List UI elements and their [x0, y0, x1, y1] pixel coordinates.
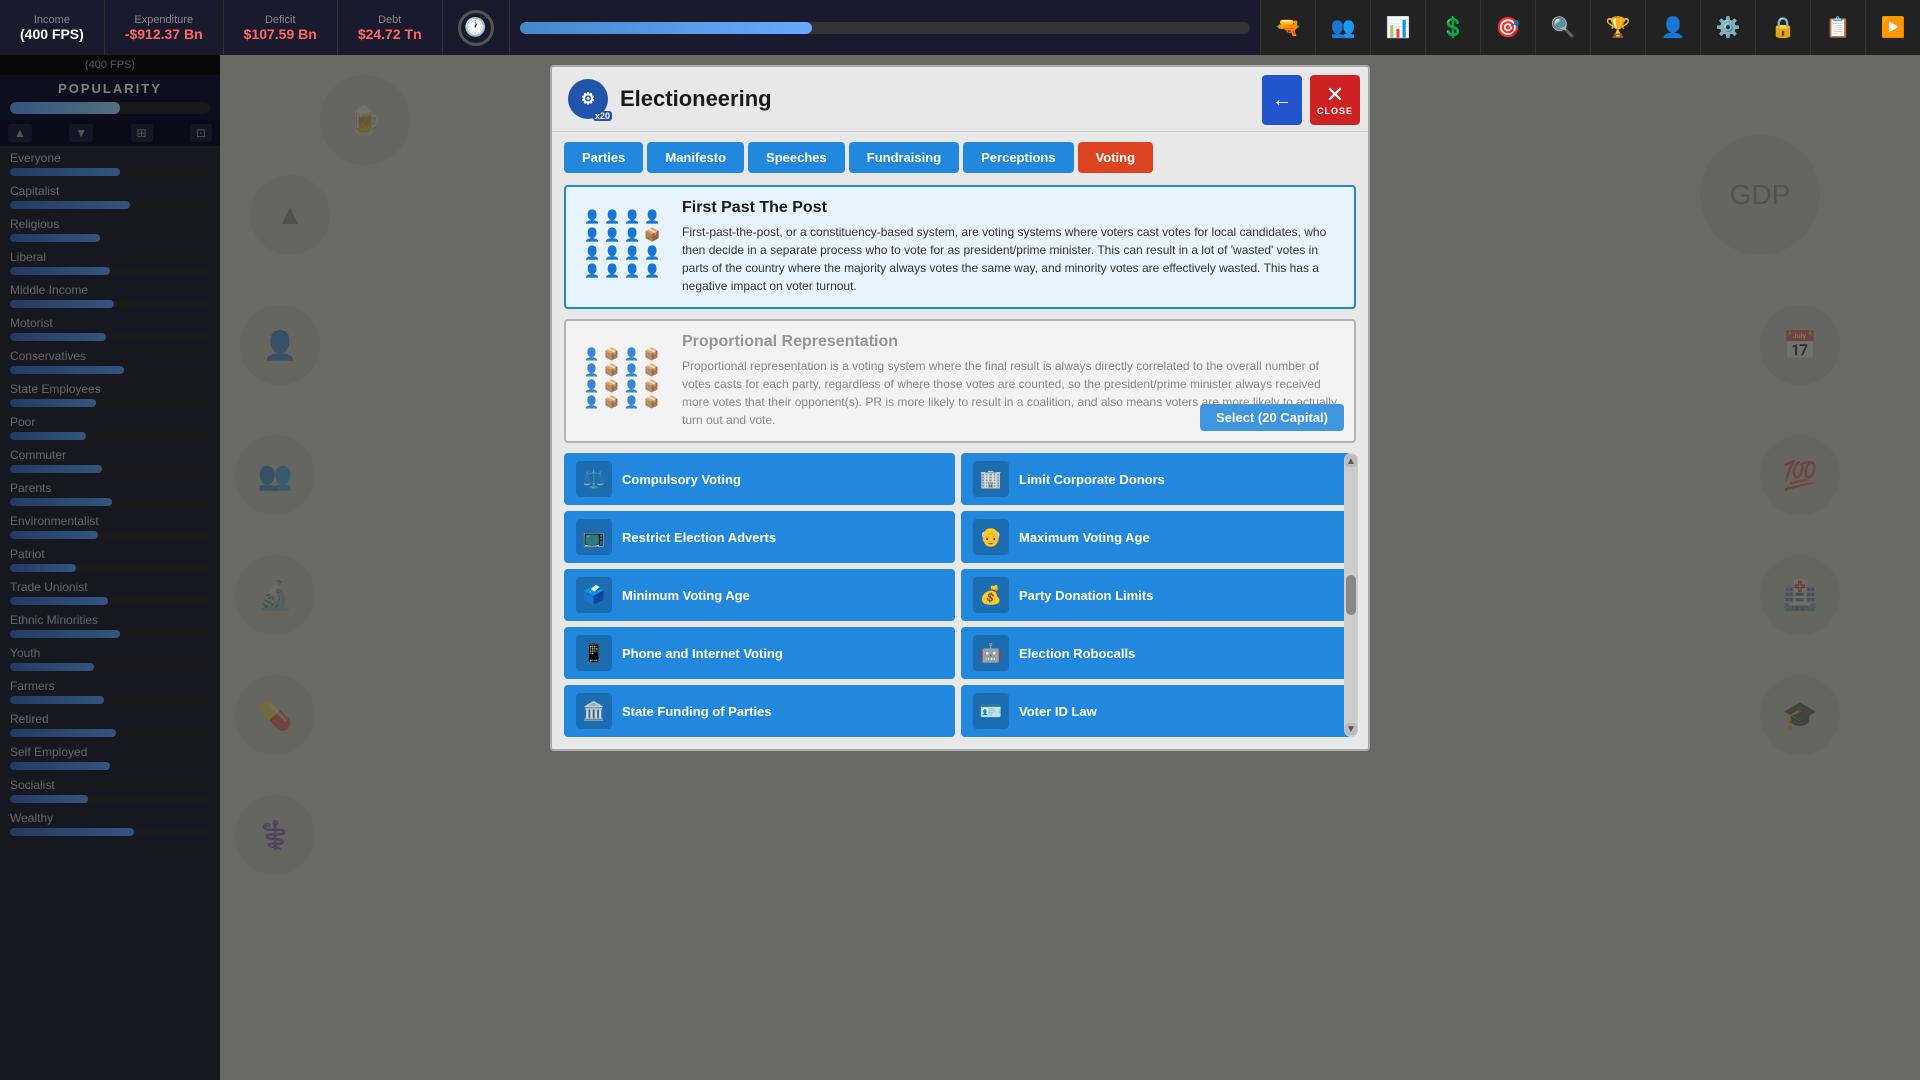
target-icon-btn[interactable]: 🎯 [1480, 0, 1535, 55]
policy-name: Election Robocalls [1019, 646, 1135, 661]
tab-manifesto[interactable]: Manifesto [647, 142, 744, 173]
clock-icon: 🕐 [458, 10, 494, 46]
modal-icon: ⚙ x20 [568, 79, 608, 119]
electioneering-modal: ⚙ x20 Electioneering ← ✕ CLOSE Parties M… [550, 65, 1370, 751]
policy-icon: 📺 [576, 519, 612, 555]
top-bar: Income (400 FPS) Expenditure -$912.37 Bn… [0, 0, 1920, 55]
pr-title: Proportional Representation [682, 333, 1342, 351]
policy-item-phone_internet_voting[interactable]: 📱 Phone and Internet Voting [564, 627, 955, 679]
deficit-stat: Deficit $107.59 Bn [224, 0, 338, 55]
modal-header: ⚙ x20 Electioneering ← ✕ CLOSE [552, 67, 1368, 132]
policy-name: Voter ID Law [1019, 704, 1097, 719]
policy-scrollbar: ▲ ▼ [1344, 453, 1358, 737]
scroll-down-arrow[interactable]: ▼ [1345, 723, 1357, 735]
modal-body: 👤 👤 👤 👤 👤 👤 👤 📦 👤 👤 👤 👤 👤 👤 [552, 173, 1368, 749]
policy-item-restrict_election_adverts[interactable]: 📺 Restrict Election Adverts [564, 511, 955, 563]
policy-icon: 💰 [973, 577, 1009, 613]
modal-close-button[interactable]: ✕ CLOSE [1310, 75, 1360, 125]
pr-card: 👤 📦 👤 📦 👤 📦 👤 📦 👤 📦 👤 📦 👤 📦 [564, 319, 1356, 443]
trophy-icon-btn[interactable]: 🏆 [1590, 0, 1645, 55]
modal-tabs: Parties Manifesto Speeches Fundraising P… [552, 132, 1368, 173]
scroll-up-arrow[interactable]: ▲ [1345, 455, 1357, 467]
modal-title: Electioneering [620, 86, 772, 112]
policy-grid: ⚖️ Compulsory Voting 🏢 Limit Corporate D… [564, 453, 1356, 737]
policy-name: Party Donation Limits [1019, 588, 1153, 603]
policy-icon: 🗳️ [576, 577, 612, 613]
debt-stat: Debt $24.72 Tn [338, 0, 443, 55]
tab-speeches[interactable]: Speeches [748, 142, 845, 173]
modal-icon-x20-label: x20 [593, 111, 612, 121]
policy-item-voter_id_law[interactable]: 🪪 Voter ID Law [961, 685, 1352, 737]
policy-item-state_funding_parties[interactable]: 🏛️ State Funding of Parties [564, 685, 955, 737]
policy-name: State Funding of Parties [622, 704, 772, 719]
policy-icon: 🪪 [973, 693, 1009, 729]
policy-item-maximum_voting_age[interactable]: 👴 Maximum Voting Age [961, 511, 1352, 563]
gun-icon-btn[interactable]: 🔫 [1260, 0, 1315, 55]
expenditure-stat: Expenditure -$912.37 Bn [105, 0, 224, 55]
policy-item-minimum_voting_age[interactable]: 🗳️ Minimum Voting Age [564, 569, 955, 621]
policy-icon: 📱 [576, 635, 612, 671]
fptp-title: First Past The Post [682, 199, 1342, 217]
tab-fundraising[interactable]: Fundraising [849, 142, 959, 173]
policy-item-party_donation_limits[interactable]: 💰 Party Donation Limits [961, 569, 1352, 621]
tab-parties[interactable]: Parties [564, 142, 643, 173]
fptp-content: First Past The Post First-past-the-post,… [682, 199, 1342, 295]
policy-icon: 🏛️ [576, 693, 612, 729]
pr-select-button[interactable]: Select (20 Capital) [1200, 404, 1344, 431]
lock-icon-btn[interactable]: 🔒 [1755, 0, 1810, 55]
money-icon-btn[interactable]: 💲 [1425, 0, 1480, 55]
policy-name: Restrict Election Adverts [622, 530, 776, 545]
fptp-icon: 👤 👤 👤 👤 👤 👤 👤 📦 👤 👤 👤 👤 👤 👤 [578, 199, 668, 289]
tab-perceptions[interactable]: Perceptions [963, 142, 1073, 173]
play-icon-btn[interactable]: ▶️ [1865, 0, 1920, 55]
policy-icon: 🤖 [973, 635, 1009, 671]
policy-item-election_robocalls[interactable]: 🤖 Election Robocalls [961, 627, 1352, 679]
chart-icon-btn[interactable]: 📊 [1370, 0, 1425, 55]
policy-icon: ⚖️ [576, 461, 612, 497]
policy-name: Phone and Internet Voting [622, 646, 783, 661]
policy-icon: 🏢 [973, 461, 1009, 497]
settings-icon-btn[interactable]: ⚙️ [1700, 0, 1755, 55]
scroll-thumb[interactable] [1346, 575, 1356, 615]
fptp-card: 👤 👤 👤 👤 👤 👤 👤 📦 👤 👤 👤 👤 👤 👤 [564, 185, 1356, 309]
doc-icon-btn[interactable]: 📋 [1810, 0, 1865, 55]
policy-name: Compulsory Voting [622, 472, 741, 487]
person-icon-btn[interactable]: 👤 [1645, 0, 1700, 55]
fptp-desc: First-past-the-post, or a constituency-b… [682, 223, 1342, 295]
pr-icon: 👤 📦 👤 📦 👤 📦 👤 📦 👤 📦 👤 📦 👤 📦 [578, 333, 668, 423]
policy-scroll-area: ⚖️ Compulsory Voting 🏢 Limit Corporate D… [564, 453, 1356, 737]
policy-icon: 👴 [973, 519, 1009, 555]
clock: 🕐 [443, 0, 510, 55]
policy-item-limit_corporate_donors[interactable]: 🏢 Limit Corporate Donors [961, 453, 1352, 505]
policy-name: Maximum Voting Age [1019, 530, 1150, 545]
policy-item-compulsory_voting[interactable]: ⚖️ Compulsory Voting [564, 453, 955, 505]
policy-name: Limit Corporate Donors [1019, 472, 1165, 487]
progress-bar [520, 22, 1250, 34]
tab-voting[interactable]: Voting [1078, 142, 1153, 173]
fps-display: Income (400 FPS) [0, 0, 105, 55]
top-bar-icons: 🔫 👥 📊 💲 🎯 🔍 🏆 👤 ⚙️ 🔒 📋 ▶️ [1260, 0, 1920, 55]
search-icon-btn[interactable]: 🔍 [1535, 0, 1590, 55]
modal-overlay: ⚙ x20 Electioneering ← ✕ CLOSE Parties M… [0, 55, 1920, 1080]
progress-fill [520, 22, 812, 34]
policy-name: Minimum Voting Age [622, 588, 750, 603]
modal-back-button[interactable]: ← [1262, 75, 1302, 125]
people-icon-btn[interactable]: 👥 [1315, 0, 1370, 55]
